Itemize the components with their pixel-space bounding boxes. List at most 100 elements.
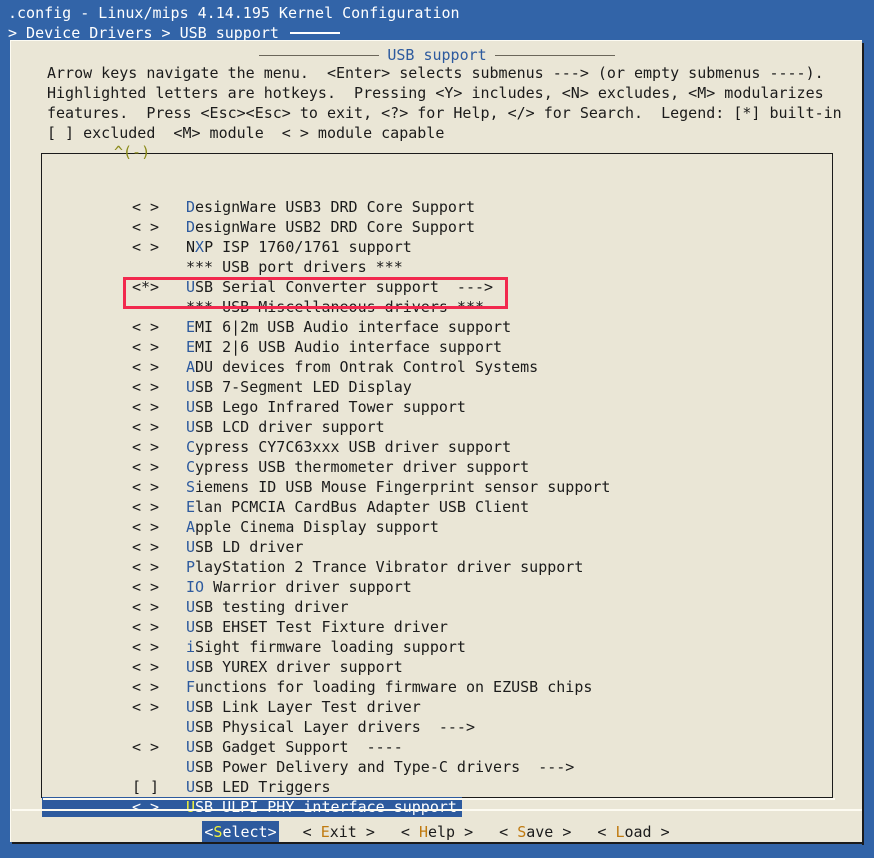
- menu-item-label: DesignWare USB2 DRD Core Support: [186, 218, 475, 236]
- menu-item-mark: < >: [132, 678, 160, 696]
- help-line-1: Highlighted letters are hotkeys. Pressin…: [47, 84, 824, 102]
- menu-item-mark: < >: [132, 518, 160, 536]
- menu-item[interactable]: < > USB testing driver: [42, 597, 834, 617]
- menu-item-label: USB Physical Layer drivers --->: [186, 718, 475, 736]
- menu-item-label: USB Link Layer Test driver: [186, 698, 421, 716]
- menu-item[interactable]: < > USB Lego Infrared Tower support: [42, 397, 834, 417]
- menu-item-mark: [132, 757, 186, 777]
- menu-item-label: Elan PCMCIA CardBus Adapter USB Client: [186, 498, 530, 516]
- menu-item[interactable]: < > USB ULPI PHY interface support: [42, 797, 462, 817]
- menu-item-label: NXP ISP 1760/1761 support: [186, 238, 412, 256]
- menu-item-mark: < >: [132, 418, 160, 436]
- menu-item-mark: < >: [132, 238, 160, 256]
- menu-item-mark: < >: [132, 538, 160, 556]
- menu-item-label: USB testing driver: [186, 598, 349, 616]
- menu-item-mark: < >: [132, 378, 160, 396]
- menu-item-label: EMI 2|6 USB Audio interface support: [186, 338, 503, 356]
- menu-item[interactable]: < > USB YUREX driver support: [42, 657, 834, 677]
- menu-item-mark: < >: [132, 798, 160, 816]
- menu-item-mark: < >: [132, 338, 160, 356]
- menu-item[interactable]: USB Power Delivery and Type-C drivers --…: [42, 757, 834, 777]
- menu-item-label: DesignWare USB3 DRD Core Support: [186, 198, 475, 216]
- menu-item[interactable]: < > USB Link Layer Test driver: [42, 697, 834, 717]
- menu-item-mark: [ ]: [132, 778, 160, 796]
- menu-item[interactable]: < > Siemens ID USB Mouse Fingerprint sens…: [42, 477, 834, 497]
- button-help[interactable]: < Help >: [399, 821, 475, 843]
- menu-item[interactable]: < > USB Gadget Support ----: [42, 737, 834, 757]
- button-exit[interactable]: < Exit >: [301, 821, 377, 843]
- menu-item[interactable]: < > USB 7-Segment LED Display: [42, 377, 834, 397]
- menu-item-mark: [132, 297, 186, 317]
- menu-item-mark: < >: [132, 738, 160, 756]
- menu-item-label: Siemens ID USB Mouse Fingerprint sensor …: [186, 478, 611, 496]
- menu-item[interactable]: < > iSight firmware loading support: [42, 637, 834, 657]
- menu-item[interactable]: < > DesignWare USB3 DRD Core Support: [42, 197, 834, 217]
- menu-item-label: USB EHSET Test Fixture driver: [186, 618, 448, 636]
- menu-item-mark: < >: [132, 498, 160, 516]
- menu-item-mark: < >: [132, 458, 160, 476]
- menu-item-mark: [132, 257, 186, 277]
- menu-item-mark: [132, 717, 186, 737]
- menu-item[interactable]: < > ADU devices from Ontrak Control Syste…: [42, 357, 834, 377]
- menu-item[interactable]: < > USB LD driver: [42, 537, 834, 557]
- help-legend-text: Arrow keys navigate the menu. <Enter> se…: [47, 63, 847, 143]
- menu-item[interactable]: < > Functions for loading firmware on EZU…: [42, 677, 834, 697]
- title-rule-left: [259, 54, 380, 56]
- menu-item-mark: < >: [132, 618, 160, 636]
- menu-item-mark: < >: [132, 638, 160, 656]
- menu-item[interactable]: < > Elan PCMCIA CardBus Adapter USB Clien…: [42, 497, 834, 517]
- menu-item-label: EMI 6|2m USB Audio interface support: [186, 318, 512, 336]
- menu-item-label: USB LED Triggers: [186, 778, 331, 796]
- menu-item[interactable]: < > Cypress USB thermometer driver suppor…: [42, 457, 834, 477]
- menu-item[interactable]: < > DesignWare USB2 DRD Core Support: [42, 217, 834, 237]
- menu-item-mark: < >: [132, 558, 160, 576]
- dialog-title-row: USB support: [11, 45, 863, 65]
- menu-item-mark: < >: [132, 438, 160, 456]
- menu-item[interactable]: < > USB LCD driver support: [42, 417, 834, 437]
- help-line-0: Arrow keys navigate the menu. <Enter> se…: [47, 64, 824, 82]
- menu-list-frame[interactable]: < > DesignWare USB3 DRD Core Support < > De…: [41, 153, 835, 817]
- button-save[interactable]: < Save >: [497, 821, 573, 843]
- menu-item[interactable]: USB Physical Layer drivers --->: [42, 717, 834, 737]
- window-title: .config - Linux/mips 4.14.195 Kernel Con…: [8, 4, 460, 22]
- button-bar[interactable]: <Select> < Exit > < Help > < Save > < Load >: [11, 821, 863, 843]
- dialog-shadow: [12, 842, 864, 844]
- help-line-2: features. Press <Esc><Esc> to exit, <?> …: [47, 104, 842, 122]
- menu-item[interactable]: < > USB EHSET Test Fixture driver: [42, 617, 834, 637]
- menu-item-label: USB LD driver: [186, 538, 304, 556]
- menu-item[interactable]: < > NXP ISP 1760/1761 support: [42, 237, 834, 257]
- menu-item[interactable]: < > EMI 2|6 USB Audio interface support: [42, 337, 834, 357]
- menu-item-mark: < >: [132, 218, 160, 236]
- menu-item-mark: < >: [132, 478, 160, 496]
- menu-item-label: Cypress CY7C63xxx USB driver support: [186, 438, 512, 456]
- menu-item[interactable]: [ ] USB LED Triggers: [42, 777, 834, 797]
- menu-item-mark: < >: [132, 358, 160, 376]
- menu-item-label: USB Serial Converter support --->: [186, 278, 494, 296]
- terminal-screen: .config - Linux/mips 4.14.195 Kernel Con…: [0, 0, 874, 858]
- menu-item-label: USB LCD driver support: [186, 418, 385, 436]
- menu-item-mark: < >: [132, 398, 160, 416]
- menu-item-label: Cypress USB thermometer driver support: [186, 458, 530, 476]
- menu-item-label: USB ULPI PHY interface support: [186, 798, 457, 816]
- button-bar-separator: [12, 809, 862, 811]
- help-line-3: [ ] excluded <M> module < > module capab…: [47, 124, 445, 142]
- menu-item-label: ADU devices from Ontrak Control Systems: [186, 358, 539, 376]
- menu-item-label: iSight firmware loading support: [186, 638, 466, 656]
- menu-item[interactable]: < > PlayStation 2 Trance Vibrator driver …: [42, 557, 834, 577]
- menu-item[interactable]: < > EMI 6|2m USB Audio interface support: [42, 317, 834, 337]
- scroll-up-indicator: ^(-): [114, 143, 151, 161]
- breadcrumb-rule: [290, 32, 340, 34]
- button-select[interactable]: <Select>: [202, 821, 279, 843]
- menu-item-label: *** USB port drivers ***: [186, 258, 403, 276]
- menu-item-mark: < >: [132, 318, 160, 336]
- menu-item[interactable]: < > IO Warrior driver support: [42, 577, 834, 597]
- menu-item-mark: <*>: [132, 278, 160, 296]
- menu-item[interactable]: < > Apple Cinema Display support: [42, 517, 834, 537]
- menu-item[interactable]: < > Cypress CY7C63xxx USB driver support: [42, 437, 834, 457]
- menu-item[interactable]: <*> USB Serial Converter support --->: [42, 277, 834, 297]
- menu-item-label: Apple Cinema Display support: [186, 518, 439, 536]
- menu-item-label: USB YUREX driver support: [186, 658, 403, 676]
- menu-list[interactable]: < > DesignWare USB3 DRD Core Support < > De…: [42, 197, 834, 817]
- button-load[interactable]: < Load >: [595, 821, 671, 843]
- menu-item-mark: < >: [132, 598, 160, 616]
